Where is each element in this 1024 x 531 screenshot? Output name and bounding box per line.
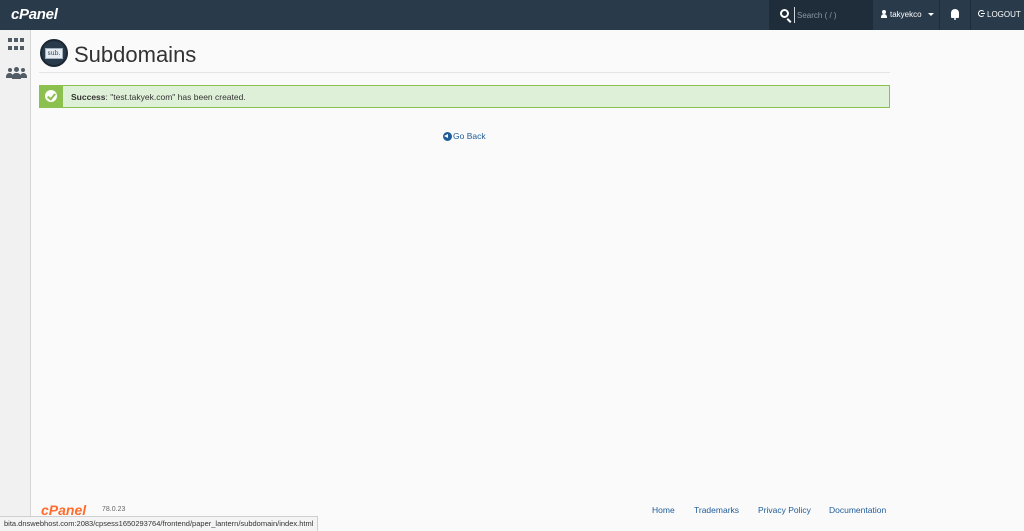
check-icon	[45, 90, 57, 102]
footer-link-trademarks[interactable]: Trademarks	[694, 505, 739, 515]
sidebar	[0, 30, 31, 531]
search-input[interactable]	[794, 7, 868, 23]
search-box[interactable]	[769, 0, 873, 30]
alert-icon-block	[40, 86, 63, 107]
users-icon[interactable]	[6, 67, 27, 80]
footer-link-home[interactable]: Home	[652, 505, 675, 515]
footer-link-privacy-policy[interactable]: Privacy Policy	[758, 505, 811, 515]
footer-link-documentation[interactable]: Documentation	[829, 505, 886, 515]
subdomains-icon: sub.	[40, 39, 68, 67]
title-divider	[39, 72, 890, 73]
success-alert: Success: "test.takyek.com" has been crea…	[39, 85, 890, 108]
chevron-down-icon	[928, 13, 934, 16]
username-label: takyekco	[890, 10, 922, 19]
grid-icon[interactable]	[8, 38, 24, 52]
go-back-label: Go Back	[453, 131, 486, 141]
logout-label: LOGOUT	[987, 10, 1021, 19]
user-icon	[881, 10, 887, 18]
logout-button[interactable]: LOGOUT	[971, 0, 1024, 30]
top-navbar: cPanel takyekco LOGOUT	[0, 0, 1024, 30]
notifications-button[interactable]	[940, 0, 970, 30]
footer-version: 78.0.23	[102, 506, 126, 513]
browser-status-url: bita.dnswebhost.com:2083/cpsess165029376…	[0, 516, 319, 531]
alert-strong: Success	[71, 92, 106, 102]
cpanel-logo[interactable]: cPanel	[11, 6, 58, 23]
search-icon	[780, 9, 789, 18]
logout-icon	[978, 10, 985, 17]
arrow-circle-left-icon	[443, 132, 452, 141]
alert-message: Success: "test.takyek.com" has been crea…	[71, 92, 246, 102]
page-title: Subdomains	[74, 42, 197, 67]
bell-icon	[951, 9, 959, 20]
alert-body: : "test.takyek.com" has been created.	[105, 92, 246, 102]
user-menu-dropdown[interactable]: takyekco	[873, 0, 939, 30]
page-icon-label: sub.	[45, 48, 63, 59]
